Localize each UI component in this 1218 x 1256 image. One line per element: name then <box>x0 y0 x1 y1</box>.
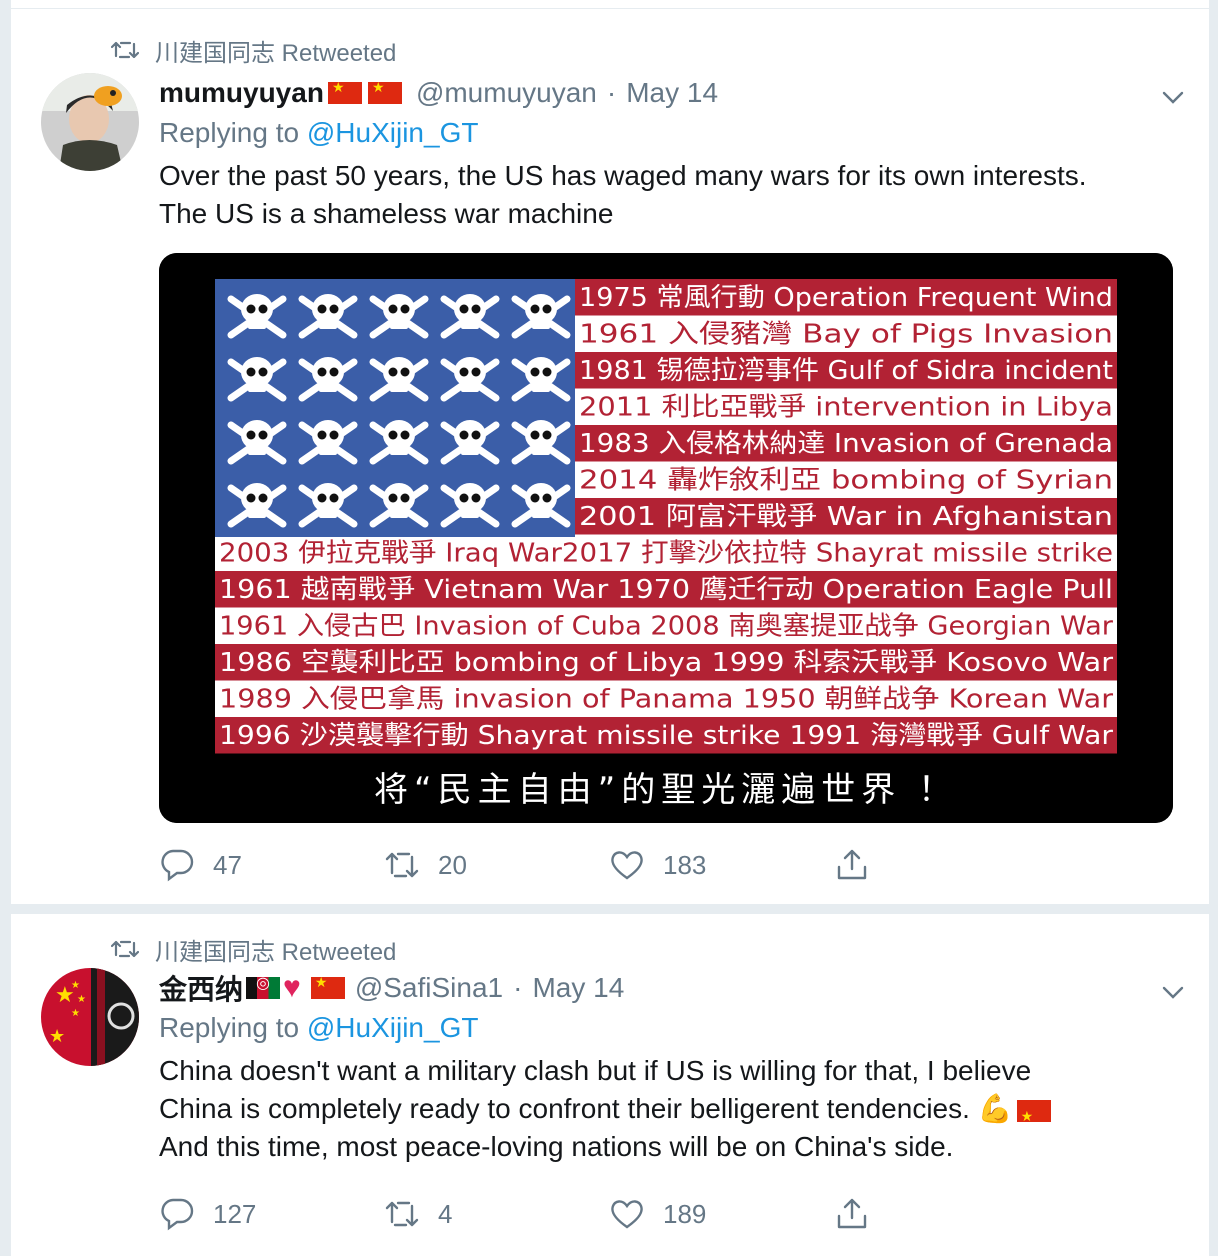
retweet-icon <box>111 940 139 958</box>
tweet[interactable]: 川建国同志 Retweeted ★ ★ ★ ★ ★ 金西纳 ♥ <box>11 904 1209 1254</box>
replying-to: Replying to @HuXijin_GT <box>159 1012 1189 1050</box>
replying-to: Replying to @HuXijin_GT <box>159 117 1189 155</box>
reply-count: 127 <box>213 1198 257 1229</box>
display-name[interactable]: mumuyuyan <box>159 77 324 109</box>
separator: · <box>513 972 523 1003</box>
war-list-row: 1989 入侵巴拿馬 invasion of Panama 1950 朝鲜战争 … <box>219 685 1113 715</box>
timeline: 川建国同志 Retweeted mumuyuyan @mumuyuyan <box>10 0 1210 1256</box>
war-list-row: 2011 利比亞戰爭 intervention in Libya <box>579 393 1113 423</box>
tweet-actions: 47 20 183 <box>159 845 1059 885</box>
war-flag-image: 1975 常風行動 Operation Frequent Wind 1961 入侵… <box>159 253 1173 823</box>
user-handle[interactable]: @mumuyuyan <box>416 77 597 109</box>
war-list-row: 1975 常風行動 Operation Frequent Wind <box>579 283 1113 313</box>
retweet-icon <box>385 1201 419 1227</box>
like-button[interactable]: 189 <box>609 1194 834 1234</box>
avatar[interactable] <box>41 73 139 171</box>
like-count: 183 <box>663 849 707 880</box>
like-count: 189 <box>663 1198 707 1229</box>
war-list-row: 1986 空襲利比亞 bombing of Libya 1999 科索沃戰爭 K… <box>219 648 1113 678</box>
war-list-row: 1961 越南戰爭 Vietnam War 1970 鹰迁行动 Operatio… <box>219 575 1113 605</box>
svg-text:★: ★ <box>77 994 86 1005</box>
war-list-row: 1983 入侵格林納達 Invasion of Grenada <box>579 429 1113 459</box>
china-flag-icon <box>310 974 345 999</box>
tweet-actions: 127 4 189 <box>159 1194 1059 1234</box>
tweet-text-line: China doesn't want a military clash but … <box>159 1055 1032 1086</box>
share-button[interactable] <box>834 1194 1059 1234</box>
retweet-button[interactable]: 4 <box>384 1194 609 1234</box>
war-list-row: 1961 入侵古巴 Invasion of Cuba 2008 南奥塞提亚战争 … <box>219 612 1113 642</box>
retweet-context: 川建国同志 Retweeted <box>111 936 396 966</box>
reply-button[interactable]: 47 <box>159 845 384 885</box>
mention-link[interactable]: @HuXijin_GT <box>307 1012 479 1043</box>
tweet-text-line: China is completely ready to confront th… <box>159 1090 1189 1135</box>
retweet-button[interactable]: 20 <box>384 845 609 885</box>
tweet-text: China doesn't want a military clash but … <box>159 1052 1189 1166</box>
share-icon <box>837 1198 867 1229</box>
retweet-icon <box>111 41 139 59</box>
user-handle[interactable]: @SafiSina1 <box>355 972 503 1004</box>
afghanistan-flag-icon <box>246 973 281 999</box>
svg-text:★: ★ <box>71 980 80 991</box>
separator: · <box>606 77 617 108</box>
retweet-count: 4 <box>438 1198 453 1229</box>
china-flag-icon <box>367 79 402 104</box>
retweet-icon <box>385 852 419 878</box>
image-caption: 将“民主自由”的聖光灑遍世界 ！ <box>374 770 958 810</box>
china-flag-icon <box>327 79 362 104</box>
retweeted-by[interactable]: 川建国同志 Retweeted <box>155 932 396 967</box>
svg-text:★: ★ <box>71 1008 80 1019</box>
display-name[interactable]: 金西纳 <box>159 968 243 1008</box>
tweet[interactable]: 川建国同志 Retweeted mumuyuyan @mumuyuyan <box>11 8 1209 905</box>
svg-text:★: ★ <box>49 1026 65 1046</box>
replying-prefix: Replying to <box>159 1012 300 1043</box>
retweet-count: 20 <box>438 849 467 880</box>
tweet-header: 金西纳 ♥ @SafiSina1 · May 14 <box>159 968 1189 1008</box>
war-list-row: 2001 阿富汗戰爭 War in Afghanistan <box>579 502 1113 532</box>
like-button[interactable]: 183 <box>609 845 834 885</box>
war-list-row: 2014 轟炸敘利亞 bombing of Syrian <box>579 466 1113 496</box>
reply-icon <box>161 849 194 882</box>
war-list-row: 1996 沙漠襲擊行動 Shayrat missile strike 1991 … <box>219 721 1113 751</box>
tweet-content: mumuyuyan @mumuyuyan · May 14 Replying t… <box>159 73 1189 823</box>
avatar[interactable]: ★ ★ ★ ★ ★ <box>41 968 139 1066</box>
replying-prefix: Replying to <box>159 117 300 148</box>
like-icon <box>611 1200 643 1229</box>
tweet-content: 金西纳 ♥ @SafiSina1 · May 14 Replying to @H… <box>159 968 1189 1166</box>
china-flag-icon <box>1016 1097 1051 1135</box>
tweet-text: Over the past 50 years, the US has waged… <box>159 160 1087 229</box>
reply-count: 47 <box>213 849 242 880</box>
mention-link[interactable]: @HuXijin_GT <box>307 117 479 148</box>
tweet-date[interactable]: May 14 <box>532 972 624 1004</box>
tweet-header: mumuyuyan @mumuyuyan · May 14 <box>159 73 1189 113</box>
share-icon <box>837 849 867 880</box>
war-list-row: 1961 入侵豬灣 Bay of Pigs Invasion <box>579 320 1113 350</box>
war-list-row: 2003 伊拉克戰爭 Iraq War2017 打擊沙依拉特 Shayrat m… <box>219 539 1113 569</box>
heart-icon: ♥ <box>283 971 301 1004</box>
share-button[interactable] <box>834 845 1059 885</box>
retweeted-by[interactable]: 川建国同志 Retweeted <box>155 33 396 68</box>
like-icon <box>611 851 643 880</box>
war-list-row: 1981 锡德拉湾事件 Gulf of Sidra incident <box>579 356 1113 386</box>
tweet-image[interactable]: 1975 常風行動 Operation Frequent Wind 1961 入侵… <box>159 253 1173 823</box>
retweet-context: 川建国同志 Retweeted <box>111 37 396 67</box>
tweet-text-line: And this time, most peace-loving nations… <box>159 1131 954 1162</box>
tweet-date[interactable]: May 14 <box>626 77 718 109</box>
reply-icon <box>161 1198 194 1231</box>
reply-button[interactable]: 127 <box>159 1194 384 1234</box>
muscle-emoji: 💪 <box>977 1093 1013 1124</box>
